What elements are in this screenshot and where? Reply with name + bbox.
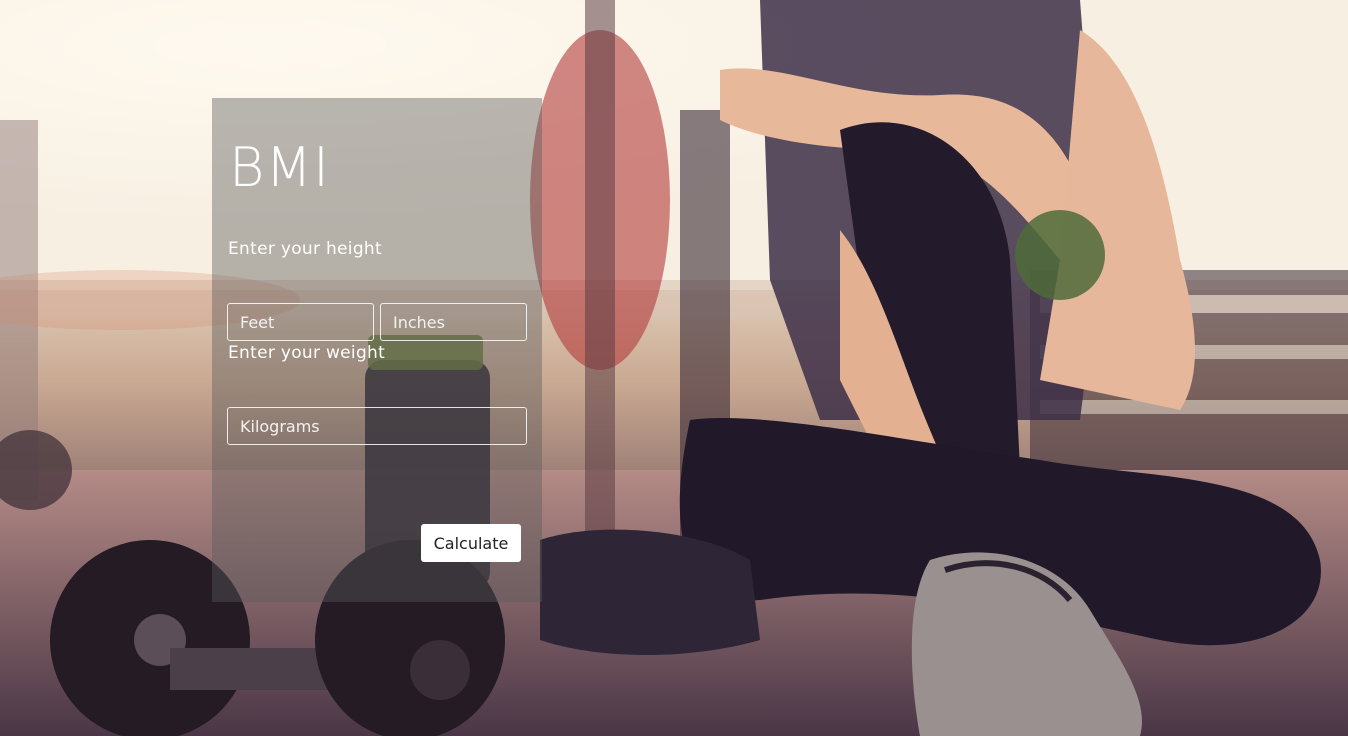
weight-label: Enter your weight (228, 343, 386, 363)
gym-scene-illustration (0, 0, 1348, 736)
calculate-button[interactable]: Calculate (421, 524, 521, 562)
feet-input[interactable] (227, 303, 374, 341)
page-title: BMI (229, 136, 330, 199)
kilograms-input[interactable] (227, 407, 527, 445)
background-photo (0, 0, 1348, 736)
height-label: Enter your height (228, 239, 382, 259)
bmi-form-card: BMI Enter your height Enter your weight … (212, 98, 542, 602)
inches-input[interactable] (380, 303, 527, 341)
